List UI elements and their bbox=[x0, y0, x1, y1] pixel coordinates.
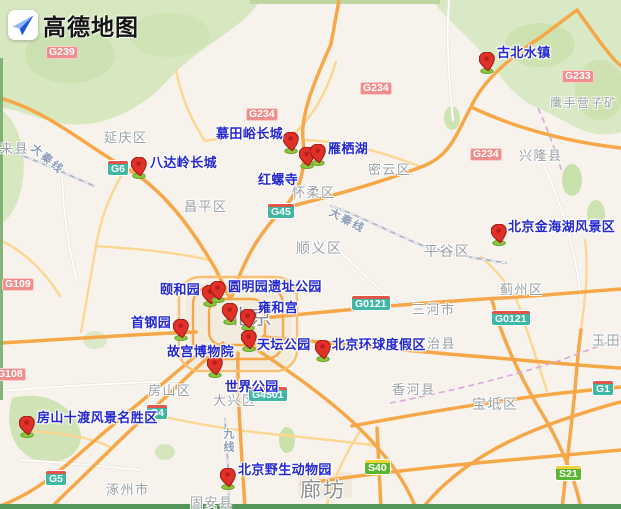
map-pin[interactable] bbox=[131, 157, 147, 179]
pin-icon bbox=[220, 468, 236, 490]
amap-logo: 高德地图 bbox=[8, 8, 139, 42]
attraction-label[interactable]: 北京环球度假区 bbox=[332, 334, 426, 353]
logo-wordmark: 高德地图 bbox=[43, 8, 139, 42]
pin-icon bbox=[131, 157, 147, 179]
attraction-label[interactable]: 八达岭长城 bbox=[150, 152, 217, 171]
map-artwork bbox=[0, 0, 621, 509]
pin-icon bbox=[315, 340, 331, 362]
attraction-label[interactable]: 古北水镇 bbox=[497, 42, 551, 61]
pin-icon bbox=[479, 52, 495, 74]
attraction-label[interactable]: 天坛公园 bbox=[257, 334, 311, 353]
pin-icon bbox=[241, 330, 257, 352]
pin-icon bbox=[222, 303, 238, 325]
pin-icon bbox=[173, 319, 189, 341]
map-pin[interactable] bbox=[240, 309, 256, 331]
map-pin[interactable] bbox=[173, 319, 189, 341]
map-pin[interactable] bbox=[479, 52, 495, 74]
map-pin[interactable] bbox=[315, 340, 331, 362]
attraction-label[interactable]: 故宫博物院 bbox=[167, 341, 234, 360]
pin-icon bbox=[310, 144, 326, 166]
attraction-label[interactable]: 北京金海湖风景区 bbox=[508, 216, 615, 235]
pin-icon bbox=[240, 309, 256, 331]
map-pin[interactable] bbox=[310, 144, 326, 166]
attraction-label[interactable]: 慕田峪长城 bbox=[216, 123, 283, 142]
map-pin[interactable] bbox=[241, 330, 257, 352]
pin-icon bbox=[19, 416, 35, 438]
map-pin[interactable] bbox=[19, 416, 35, 438]
pin-icon bbox=[283, 132, 299, 154]
map-pin[interactable] bbox=[491, 224, 507, 246]
paper-plane-icon bbox=[8, 10, 38, 40]
map-pin[interactable] bbox=[222, 303, 238, 325]
attraction-label[interactable]: 颐和园 bbox=[160, 279, 200, 298]
pin-icon bbox=[210, 281, 226, 303]
attraction-label[interactable]: 红螺寺 bbox=[258, 169, 298, 188]
map-pin[interactable] bbox=[283, 132, 299, 154]
map-pin[interactable] bbox=[210, 281, 226, 303]
attraction-label[interactable]: 圆明园遗址公园 bbox=[228, 276, 322, 295]
attraction-label[interactable]: 房山十渡风景名胜区 bbox=[37, 407, 158, 426]
attraction-label[interactable]: 北京野生动物园 bbox=[238, 459, 332, 478]
map-canvas[interactable]: 延庆区来县昌平区怀柔区密云区兴隆县鹰手营子矿顺义区平谷区蓟州区三河市治县玉田北京… bbox=[0, 0, 621, 509]
attraction-label[interactable]: 雍和宫 bbox=[258, 297, 298, 316]
attraction-label[interactable]: 首钢园 bbox=[131, 312, 171, 331]
pin-icon bbox=[491, 224, 507, 246]
map-pin[interactable] bbox=[220, 468, 236, 490]
attraction-label[interactable]: 雁栖湖 bbox=[328, 138, 368, 157]
attraction-label[interactable]: 世界公园 bbox=[225, 376, 279, 395]
